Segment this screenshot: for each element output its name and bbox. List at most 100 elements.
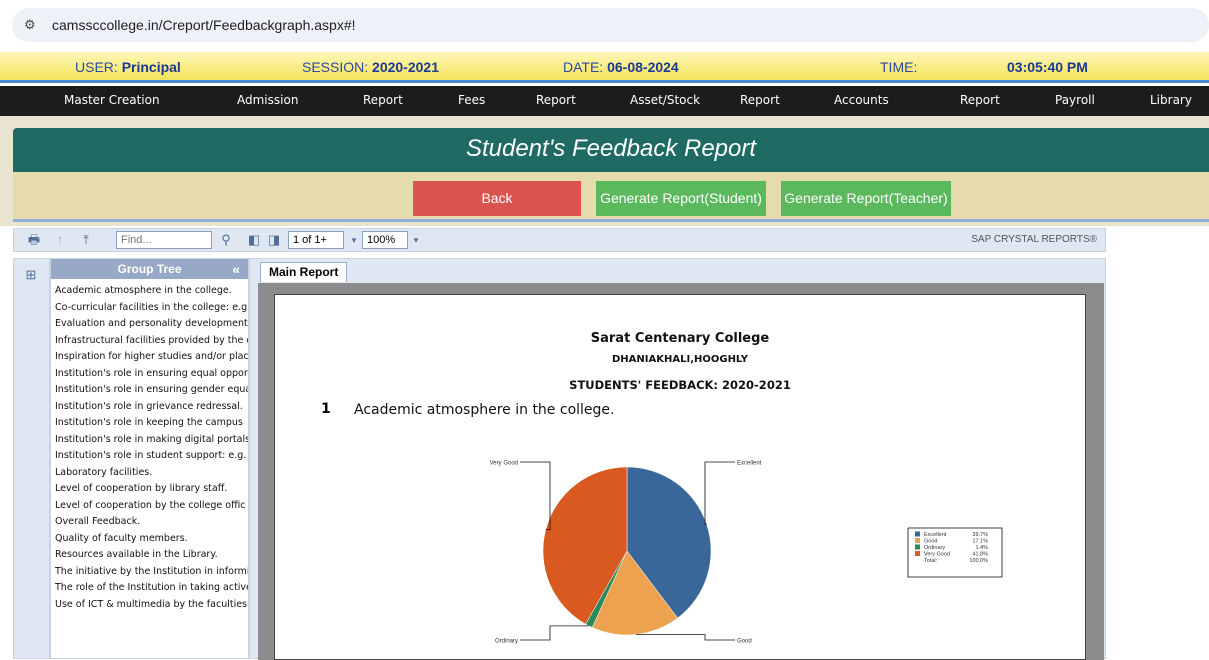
menu-asset-stock[interactable]: Asset/Stock (630, 93, 700, 107)
group-tree-item[interactable]: Quality of faculty members. (55, 531, 248, 548)
group-tree-toggle-icon[interactable]: ⊞ (23, 267, 39, 283)
group-tree-item[interactable]: Institution's role in making digital por… (55, 432, 248, 449)
report-canvas: Sarat Centenary College DHANIAKHALI,HOOG… (258, 283, 1104, 660)
back-button[interactable]: Back (413, 181, 581, 216)
page-dropdown-icon[interactable]: ▾ (346, 232, 362, 248)
group-tree-item[interactable]: Institution's role in ensuring equal opp… (55, 366, 248, 383)
group-tree-item[interactable]: Evaluation and personality development (55, 316, 248, 333)
group-tree-item[interactable]: Resources available in the Library. (55, 547, 248, 564)
legend-total-label: Total: (924, 558, 938, 564)
legend-swatch (915, 551, 920, 556)
legend-label: Excellent (924, 532, 947, 538)
group-tree-item[interactable]: Academic atmosphere in the college. (55, 283, 248, 300)
date-info: DATE: 06-08-2024 (563, 59, 679, 75)
pie-leader-line (520, 625, 589, 641)
zoom-select[interactable]: 100% (362, 231, 408, 249)
user-label: USER: (75, 59, 118, 75)
menu-admission[interactable]: Admission (237, 93, 298, 107)
menu-report-1[interactable]: Report (363, 93, 403, 107)
tab-main-report[interactable]: Main Report (260, 262, 348, 282)
report-toolbar: 🖶 ↑ ⤒ ⚲ ◧ ◨ 1 of 1+ ▾ 100% ▾ SAP CRYSTAL… (13, 228, 1106, 252)
user-info: USER: Principal (75, 59, 181, 75)
report-viewer: Main Report Sarat Centenary College DHAN… (249, 258, 1106, 660)
group-tree-header: Group Tree « (51, 259, 248, 279)
legend-value: 39.7% (972, 532, 988, 538)
pie-label: Excellent (737, 461, 762, 467)
generate-student-report-button[interactable]: Generate Report(Student) (596, 181, 766, 216)
collapse-icon[interactable]: « (232, 259, 240, 279)
time-label: TIME: (880, 59, 918, 75)
panel-toggle-strip: ⊞ (13, 258, 50, 659)
main-menu: Master Creation Admission Report Fees Re… (0, 86, 1209, 116)
legend-swatch (915, 538, 920, 543)
menu-accounts[interactable]: Accounts (834, 93, 889, 107)
generate-teacher-report-button[interactable]: Generate Report(Teacher) (781, 181, 951, 216)
session-info-bar: USER: Principal SESSION: 2020-2021 DATE:… (0, 52, 1209, 83)
menu-library[interactable]: Library (1150, 93, 1192, 107)
first-page-icon[interactable]: ◧ (246, 232, 262, 248)
group-tree-title: Group Tree (117, 262, 182, 276)
find-input[interactable] (116, 231, 212, 249)
group-tree-item[interactable]: Laboratory facilities. (55, 465, 248, 482)
group-tree-item[interactable]: Use of ICT & multimedia by the faculties (55, 597, 248, 614)
session-label: SESSION: (302, 59, 369, 75)
legend-label: Ordinary (924, 545, 945, 551)
pie-leader-line (704, 461, 735, 525)
group-tree-item[interactable]: Inspiration for higher studies and/or pl… (55, 349, 248, 366)
group-tree-item[interactable]: Institution's role in grievance redressa… (55, 399, 248, 416)
menu-report-4[interactable]: Report (960, 93, 1000, 107)
legend-total-value: 100.0% (969, 558, 988, 564)
user-value: Principal (121, 59, 181, 75)
browser-url-bar: ⚙ camssccollege.in/Creport/Feedbackgraph… (0, 0, 1209, 52)
report-page: Sarat Centenary College DHANIAKHALI,HOOG… (274, 294, 1086, 660)
legend-label: Good (924, 539, 937, 545)
session-value: 2020-2021 (372, 59, 439, 75)
zoom-dropdown-icon[interactable]: ▾ (408, 232, 424, 248)
legend-value: 1.4% (975, 545, 988, 551)
time-value-text: 03:05:40 PM (1007, 59, 1088, 75)
pie-label: Good (737, 639, 752, 645)
group-tree-item[interactable]: Infrastructural facilities provided by t… (55, 333, 248, 350)
menu-report-2[interactable]: Report (536, 93, 576, 107)
site-settings-icon[interactable]: ⚙ (24, 17, 40, 33)
export-icon[interactable]: ⤒ (78, 232, 94, 248)
pie-leader-line (636, 634, 735, 641)
pie-chart: ExcellentGoodOrdinaryVery GoodExcellent 3… (490, 461, 1003, 645)
address-box[interactable]: ⚙ camssccollege.in/Creport/Feedbackgraph… (12, 8, 1209, 42)
drill-up-icon[interactable]: ↑ (52, 232, 68, 248)
group-tree-item[interactable]: The role of the Institution in taking ac… (55, 580, 248, 597)
date-label: DATE: (563, 59, 604, 75)
title-bar: Student's Feedback Report (13, 128, 1209, 172)
group-tree-item[interactable]: Institution's role in ensuring gender eq… (55, 382, 248, 399)
date-value: 06-08-2024 (607, 59, 679, 75)
page-number-box[interactable]: 1 of 1+ (288, 231, 344, 249)
menu-master-creation[interactable]: Master Creation (64, 93, 160, 107)
group-tree-item[interactable]: Level of cooperation by library staff. (55, 481, 248, 498)
pie-leader-line (520, 461, 551, 530)
menu-report-3[interactable]: Report (740, 93, 780, 107)
group-tree-item[interactable]: Institution's role in keeping the campus (55, 415, 248, 432)
action-bar: Back Generate Report(Student) Generate R… (13, 172, 1209, 222)
group-tree-list: Academic atmosphere in the college. Co-cu… (51, 279, 248, 613)
page-title: Student's Feedback Report (465, 135, 757, 162)
legend-label: Very Good (924, 552, 950, 558)
pie-label: Very Good (490, 461, 518, 467)
group-tree-item[interactable]: The initiative by the Institution in inf… (55, 564, 248, 581)
pie-label: Ordinary (495, 639, 518, 645)
menu-payroll[interactable]: Payroll (1055, 93, 1095, 107)
print-icon[interactable]: 🖶 (26, 232, 42, 248)
prev-page-icon[interactable]: ◨ (266, 232, 282, 248)
legend-swatch (915, 544, 920, 550)
find-binoculars-icon[interactable]: ⚲ (218, 232, 234, 248)
sap-brand: SAP CRYSTAL REPORTS® (971, 234, 1097, 245)
legend-value: 17.1% (972, 539, 988, 545)
group-tree-item[interactable]: Overall Feedback. (55, 514, 248, 531)
group-tree-item[interactable]: Level of cooperation by the college offi… (55, 498, 248, 515)
group-tree-item[interactable]: Institution's role in student support: e… (55, 448, 248, 465)
legend-swatch (915, 531, 920, 537)
group-tree-item[interactable]: Co-curricular facilities in the college:… (55, 300, 248, 317)
menu-fees[interactable]: Fees (458, 93, 485, 107)
url-text[interactable]: camssccollege.in/Creport/Feedbackgraph.a… (52, 17, 356, 33)
time-value: 03:05:40 PM (1007, 59, 1088, 75)
session-info: SESSION: 2020-2021 (302, 59, 439, 75)
